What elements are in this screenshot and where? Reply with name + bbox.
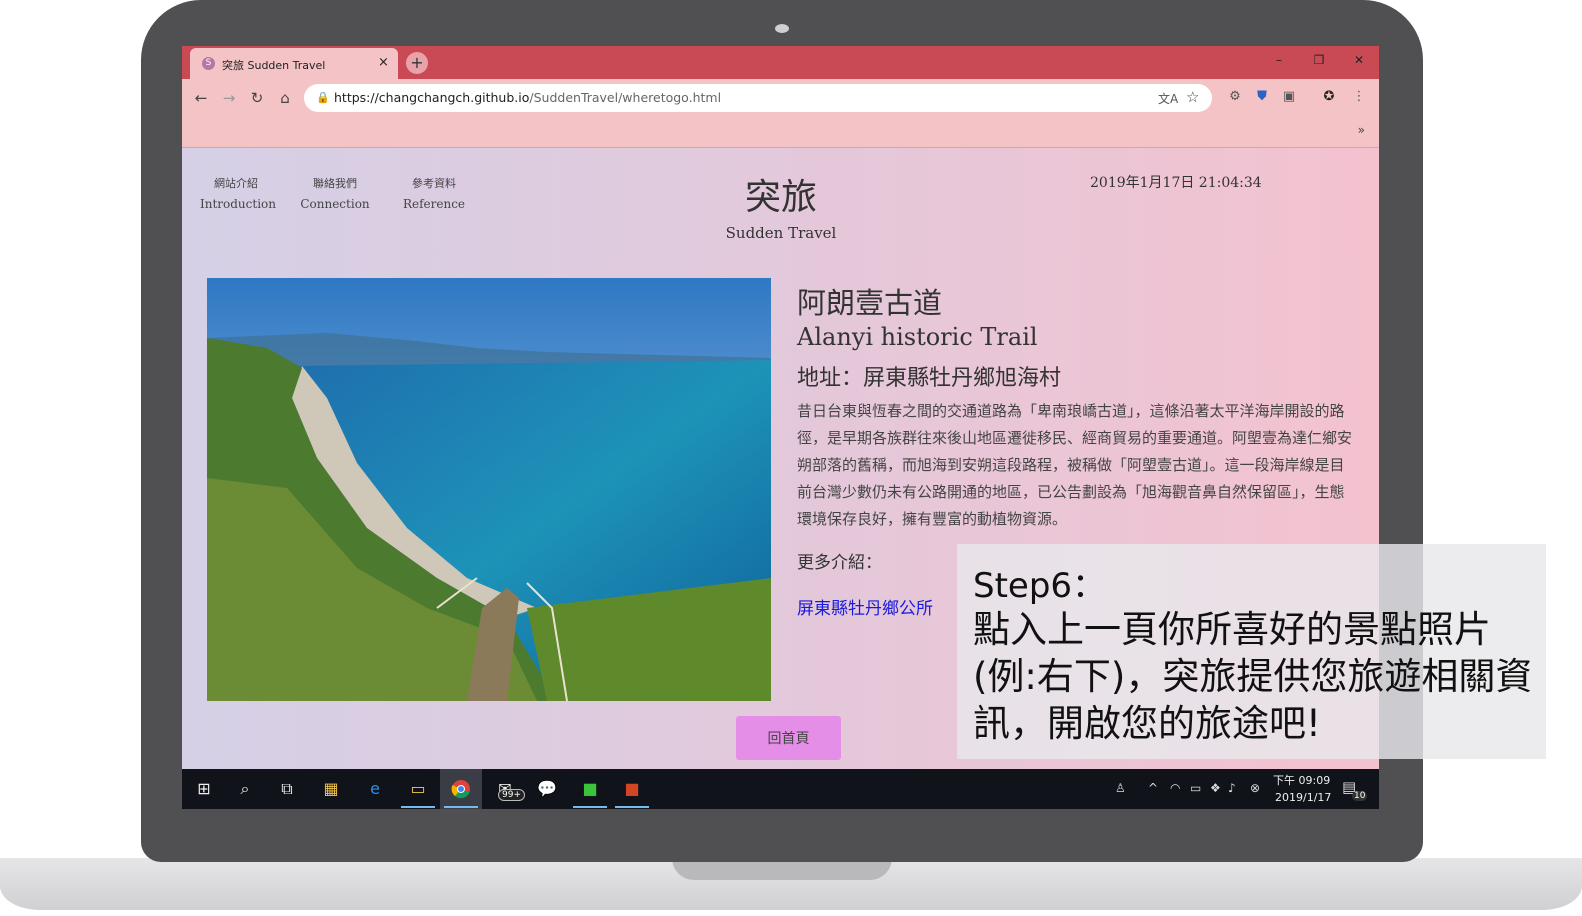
extension-shield-icon[interactable]: ⛊: [1253, 88, 1271, 106]
search-icon[interactable]: ⌕: [232, 777, 258, 801]
current-datetime: 2019年1月17日 21:04:34: [1090, 175, 1262, 191]
more-info-label: 更多介紹：: [797, 553, 882, 573]
nav-link-connection[interactable]: 聯絡我們 Connection: [300, 174, 370, 214]
nav-link-en: Connection: [300, 197, 370, 211]
browser-menu-icon[interactable]: ⋮: [1350, 88, 1368, 106]
webcam-icon: [775, 24, 789, 33]
bookmarks-overflow-icon[interactable]: »: [1358, 123, 1365, 137]
site-subtitle: Sudden Travel: [725, 224, 837, 242]
spot-description: 昔日台東與恆春之間的交通道路為「卑南琅嶠古道」，這條沿著太平洋海岸開設的路徑，是…: [797, 402, 1353, 528]
tutorial-caption: Step6： 點入上一頁你所喜好的景點照片(例:右下)，突旅提供您旅遊相關資訊，…: [957, 544, 1546, 759]
nav-link-zh: 參考資料: [412, 177, 456, 190]
minimize-button[interactable]: –: [1259, 46, 1299, 74]
clock-time[interactable]: 下午 09:09: [1273, 772, 1330, 788]
vpn-icon[interactable]: ⊗: [1250, 781, 1260, 795]
favicon-icon: S: [202, 57, 215, 70]
volume-icon[interactable]: ♪: [1228, 781, 1236, 795]
running-indicator: [573, 806, 607, 808]
store-icon[interactable]: ▦: [318, 777, 344, 801]
people-icon[interactable]: ♙: [1115, 781, 1126, 795]
profile-avatar-icon[interactable]: ✪: [1320, 88, 1338, 106]
site-title: 突旅: [744, 177, 817, 218]
powerpoint-icon[interactable]: ■: [619, 777, 645, 801]
url-path: /SuddenTravel/wheretogo.html: [529, 90, 722, 105]
spot-address: 地址：屏東縣牡丹鄉旭海村: [797, 366, 1062, 391]
step-label: Step6：: [973, 566, 1107, 606]
close-window-button[interactable]: ✕: [1339, 46, 1379, 74]
tab-close-icon[interactable]: ×: [378, 55, 389, 70]
mail-badge: 99+: [498, 789, 525, 801]
task-view-icon[interactable]: ⧉: [274, 777, 300, 801]
running-indicator: [444, 806, 478, 808]
address-bar[interactable]: 🔒 https://changchangch.github.io/SuddenT…: [304, 84, 1212, 112]
new-tab-button[interactable]: +: [406, 52, 428, 74]
township-office-link[interactable]: 屏東縣牡丹鄉公所: [797, 594, 933, 619]
spot-name-en: Alanyi historic Trail: [797, 323, 1038, 351]
bookmarks-bar: »: [182, 117, 1379, 148]
line-icon[interactable]: ■: [577, 777, 603, 801]
wechat-icon[interactable]: 💬: [534, 777, 560, 801]
nav-link-en: Reference: [402, 197, 466, 211]
translate-icon[interactable]: 文A: [1158, 90, 1178, 107]
windows-taskbar: ⊞ ⌕ ⧉ ▦ e ▭ ✉ 99+ 💬 ■ ■ ♙ ^ ◠ ▭ ❖ ♪ ⊗ 下午…: [182, 769, 1379, 809]
extension-box-icon[interactable]: ▣: [1280, 88, 1298, 106]
wifi-icon[interactable]: ◠: [1170, 781, 1180, 795]
windows-start-icon[interactable]: ⊞: [191, 777, 217, 801]
lock-icon[interactable]: 🔒: [316, 91, 330, 104]
notification-count: 10: [1352, 791, 1368, 801]
reload-button[interactable]: ↻: [246, 87, 268, 109]
home-button-browser[interactable]: ⌂: [274, 87, 296, 109]
battery-icon[interactable]: ▭: [1190, 781, 1201, 795]
back-to-home-button[interactable]: 回首頁: [736, 716, 841, 760]
spot-name-zh: 阿朗壹古道: [797, 286, 943, 320]
tab-strip: S 突旅 Sudden Travel × + – ❐ ✕: [182, 46, 1379, 79]
nav-link-reference[interactable]: 參考資料 Reference: [402, 174, 466, 214]
back-button[interactable]: ←: [190, 87, 212, 109]
browser-tab[interactable]: S 突旅 Sudden Travel ×: [190, 48, 398, 79]
running-indicator: [615, 806, 649, 808]
file-explorer-icon[interactable]: ▭: [405, 777, 431, 801]
running-indicator: [401, 806, 435, 808]
tab-title: 突旅 Sudden Travel: [222, 59, 326, 72]
restore-button[interactable]: ❐: [1299, 46, 1339, 74]
tray-chevron-icon[interactable]: ^: [1148, 781, 1158, 795]
nav-link-zh: 聯絡我們: [313, 177, 357, 190]
clock-date[interactable]: 2019/1/17: [1275, 791, 1331, 804]
nav-link-zh: 網站介紹: [214, 177, 258, 190]
forward-button[interactable]: →: [218, 87, 240, 109]
url-host: https://changchangch.github.io: [334, 90, 530, 105]
edge-icon[interactable]: e: [362, 777, 388, 801]
step-text: 點入上一頁你所喜好的景點照片(例:右下)，突旅提供您旅遊相關資訊，開啟您的旅途吧…: [973, 608, 1533, 745]
url-text[interactable]: https://changchangch.github.io/SuddenTra…: [334, 90, 721, 105]
nav-link-en: Introduction: [200, 197, 276, 211]
spot-photo[interactable]: [207, 278, 771, 701]
chrome-icon[interactable]: [448, 777, 474, 801]
browser-toolbar: ← → ↻ ⌂ 🔒 https://changchangch.github.io…: [182, 79, 1379, 117]
nav-link-introduction[interactable]: 網站介紹 Introduction: [200, 174, 276, 214]
dropbox-icon[interactable]: ❖: [1210, 781, 1221, 795]
bookmark-star-icon[interactable]: ☆: [1186, 88, 1199, 106]
extension-cycle-icon[interactable]: ⚙: [1226, 88, 1244, 106]
